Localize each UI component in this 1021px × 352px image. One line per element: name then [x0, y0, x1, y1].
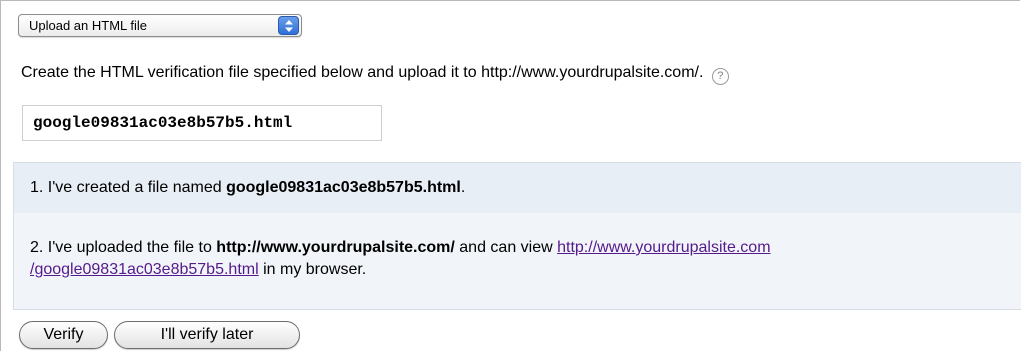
verification-filename: google09831ac03e8b57b5.html [22, 105, 382, 141]
verification-method-selected: Upload an HTML file [29, 18, 148, 33]
step-1-prefix: 1. I've created a file named [30, 179, 227, 196]
help-icon[interactable]: ? [711, 68, 729, 85]
verify-later-button[interactable]: I'll verify later [114, 321, 300, 349]
step-2-middle: and can view [454, 239, 558, 256]
confirmation-steps: 1. I've created a file named google09831… [13, 162, 1021, 310]
instructions: Create the HTML verification file specif… [21, 64, 729, 85]
step-2-site: http://www.yourdrupalsite.com/ [216, 239, 455, 256]
verification-method-select[interactable]: Upload an HTML file [18, 14, 302, 37]
link-line-1: http://www.yourdrupalsite.com [557, 239, 771, 256]
step-1-suffix: . [460, 179, 466, 196]
step-1-filename: google09831ac03e8b57b5.html [226, 179, 461, 196]
instructions-text: Create the HTML verification file specif… [21, 64, 704, 81]
verify-button[interactable]: Verify [19, 321, 108, 349]
step-1: 1. I've created a file named google09831… [14, 163, 1021, 213]
step-2-suffix: in my browser. [258, 261, 367, 278]
step-2: 2. I've uploaded the file to http://www.… [30, 237, 771, 281]
link-line-2: /google09831ac03e8b57b5.html [30, 261, 259, 278]
step-2-prefix: 2. I've uploaded the file to [30, 239, 217, 256]
select-arrows-icon [278, 16, 299, 35]
